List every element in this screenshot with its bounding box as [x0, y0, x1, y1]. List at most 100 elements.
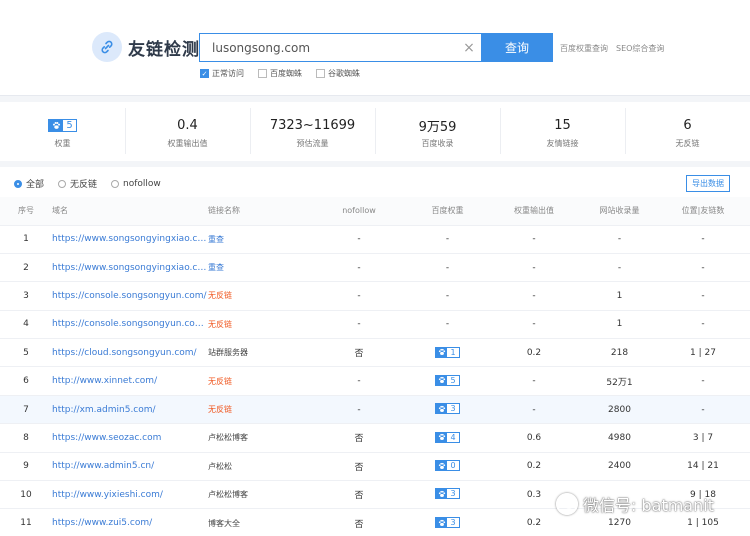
- link-icon: [92, 32, 122, 62]
- weight-badge: 3: [435, 488, 460, 500]
- indexed-value: 2400: [583, 451, 656, 481]
- radio[interactable]: [111, 179, 120, 188]
- baidu-weight-cell: -: [410, 309, 485, 339]
- indexed-value: 218: [583, 338, 656, 367]
- radio-selected[interactable]: [14, 179, 22, 188]
- domain-link[interactable]: https://console.songsongyun.com/: [52, 281, 208, 311]
- col-weight-output: 权重输出值: [485, 197, 583, 225]
- search-box: ×: [199, 33, 481, 62]
- position-value: 14 | 21: [656, 451, 750, 481]
- paw-icon: [436, 432, 448, 442]
- nofollow-value: -: [308, 309, 410, 339]
- baidu-weight-cell: 3: [410, 480, 485, 509]
- anchor-text: 无反链: [208, 319, 232, 329]
- domain-link[interactable]: https://www.songsongyingxiao.co...: [52, 252, 208, 282]
- indexed-value: -: [583, 252, 656, 282]
- domain-link[interactable]: http://www.xinnet.com/: [52, 366, 208, 396]
- domain-link[interactable]: http://xm.admin5.com/: [52, 394, 208, 424]
- domain-link[interactable]: https://cloud.songsongyun.com/: [52, 338, 208, 367]
- checkbox[interactable]: [316, 69, 325, 78]
- paw-icon: [49, 119, 64, 131]
- baidu-weight-link[interactable]: 百度权重查询: [560, 43, 608, 54]
- domain-link[interactable]: https://www.seozac.com: [52, 423, 208, 453]
- option-normal-visit[interactable]: ✓ 正常访问: [200, 68, 244, 79]
- anchor-text: 无反链: [208, 376, 232, 386]
- search-input[interactable]: [200, 34, 457, 61]
- baidu-weight-cell: 5: [410, 366, 485, 396]
- baidu-weight-cell: 3: [410, 508, 485, 536]
- radio[interactable]: [58, 179, 67, 188]
- stat-traffic: 7323~11699 预估流量: [250, 102, 375, 161]
- search-button[interactable]: 查询: [481, 33, 553, 62]
- anchor-text: 重查: [208, 263, 224, 273]
- paw-icon: [436, 489, 448, 499]
- baidu-weight-cell: 0: [410, 451, 485, 481]
- table-row: 1 https://www.songsongyingxiao.com/ 重查 -…: [0, 224, 750, 254]
- empty-weight: -: [445, 234, 450, 245]
- row-index: 3: [0, 281, 52, 311]
- position-value: -: [656, 224, 750, 254]
- weight-badge: 3: [435, 517, 460, 529]
- checkbox-checked[interactable]: ✓: [200, 69, 209, 78]
- filter-nofollow[interactable]: nofollow: [111, 177, 161, 190]
- table-row: 4 https://console.songsongyun.com/l... 无…: [0, 309, 750, 339]
- baidu-weight-cell: -: [410, 281, 485, 311]
- weight-value: 4: [447, 432, 459, 442]
- checkbox[interactable]: [258, 69, 267, 78]
- seo-overview-link[interactable]: SEO综合查询: [616, 43, 664, 54]
- position-value: -: [656, 252, 750, 282]
- weight-badge: 1: [435, 346, 460, 358]
- indexed-value: 1: [583, 281, 656, 311]
- filter-no-backlink[interactable]: 无反链: [58, 177, 97, 190]
- filter-all[interactable]: 全部: [14, 177, 44, 190]
- anchor-text: 无反链: [208, 405, 232, 415]
- empty-weight: -: [445, 262, 450, 273]
- paw-icon: [436, 461, 448, 471]
- nofollow-value: -: [308, 281, 410, 311]
- option-google-spider[interactable]: 谷歌蜘蛛: [316, 68, 360, 79]
- stat-weight: 5 权重: [0, 102, 125, 161]
- weight-value: 3: [447, 404, 459, 414]
- nofollow-value: -: [308, 224, 410, 254]
- domain-link[interactable]: http://www.yixieshi.com/: [52, 480, 208, 509]
- row-index: 5: [0, 338, 52, 367]
- stat-friend-links: 15 友情链接: [500, 102, 625, 161]
- domain-link[interactable]: https://console.songsongyun.com/l...: [52, 309, 208, 339]
- stat-weight-output: 0.4 权重输出值: [125, 102, 250, 161]
- weight-badge: 3: [435, 403, 460, 415]
- row-index: 9: [0, 451, 52, 481]
- stat-baidu-indexed: 9万59 百度收录: [375, 102, 500, 161]
- weight-value: 3: [447, 518, 459, 528]
- nofollow-value: -: [308, 394, 410, 424]
- option-baidu-spider[interactable]: 百度蜘蛛: [258, 68, 302, 79]
- col-indexed: 网站收录量: [583, 197, 656, 225]
- baidu-weight-cell: 1: [410, 338, 485, 367]
- weight-value: 3: [447, 489, 459, 499]
- table-header: 序号 域名 链接名称 nofollow 百度权重 权重输出值 网站收录量 位置|…: [0, 197, 750, 225]
- header: 友链检测 × 查询 百度权重查询 SEO综合查询 ✓ 正常访问 百度蜘蛛 谷歌蜘…: [0, 0, 750, 96]
- logo[interactable]: 友链检测: [92, 32, 200, 62]
- domain-link[interactable]: https://www.songsongyingxiao.com/: [52, 224, 208, 254]
- weight-output-value: -: [485, 281, 583, 311]
- export-button[interactable]: 导出数据: [686, 175, 730, 192]
- domain-link[interactable]: http://www.admin5.cn/: [52, 451, 208, 481]
- anchor-text: 卢松松博客: [208, 490, 248, 500]
- clear-icon[interactable]: ×: [457, 40, 481, 56]
- table-row: 2 https://www.songsongyingxiao.co... 重查 …: [0, 252, 750, 282]
- wechat-icon: [556, 493, 578, 515]
- col-domain: 域名: [52, 197, 208, 225]
- domain-link[interactable]: https://www.zui5.com/: [52, 508, 208, 536]
- weight-output-value: 0.2: [485, 451, 583, 481]
- weight-output-value: -: [485, 366, 583, 396]
- col-index: 序号: [0, 197, 52, 225]
- weight-badge: 0: [435, 460, 460, 472]
- col-baidu-weight: 百度权重: [410, 197, 485, 225]
- nofollow-value: 否: [308, 451, 410, 481]
- table-row: 6 http://www.xinnet.com/ 无反链 - 5 - 52万1 …: [0, 366, 750, 396]
- results-table: 序号 域名 链接名称 nofollow 百度权重 权重输出值 网站收录量 位置|…: [0, 197, 750, 536]
- paw-icon: [436, 375, 448, 385]
- indexed-value: 4980: [583, 423, 656, 453]
- results-panel: 全部 无反链 nofollow 导出数据 序号 域名 链接名称 nofollow…: [0, 167, 750, 536]
- watermark-text: 微信号: batmanit: [583, 496, 714, 515]
- anchor-text: 卢松松博客: [208, 433, 248, 443]
